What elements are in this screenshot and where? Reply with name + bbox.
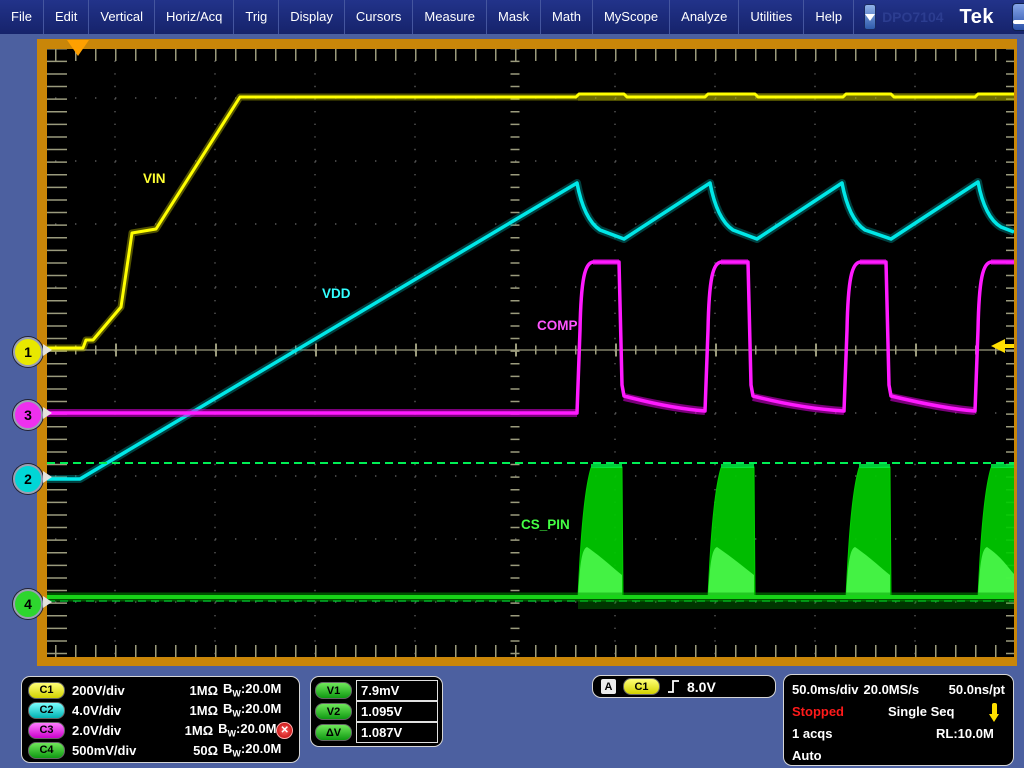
c2-channel-button[interactable]: C2 <box>28 702 65 719</box>
channel-3-arrow-icon <box>43 407 52 419</box>
minimize-button[interactable] <box>1012 3 1024 31</box>
v2-button[interactable]: V2 <box>315 703 352 720</box>
menu-utilities[interactable]: Utilities <box>739 0 804 34</box>
menu-math[interactable]: Math <box>541 0 593 34</box>
trigger-source-button[interactable]: C1 <box>623 678 660 695</box>
waveform-svg: VIN VDD COMP CS_PIN <box>47 49 1014 657</box>
cursor-dv-row: ΔV 1.087V <box>315 722 438 743</box>
channel-4-arrow-icon <box>43 596 52 608</box>
cursor-v1-row: V1 7.9mV <box>315 680 438 701</box>
v1-button[interactable]: V1 <box>315 682 352 699</box>
v2-value[interactable]: 1.095V <box>356 701 438 722</box>
horizontal-row-1: 50.0ms/div 20.0MS/s 50.0ns/pt <box>792 679 1005 701</box>
trace-c2-vdd <box>47 182 1014 479</box>
channel-1-marker[interactable]: 1 <box>13 337 43 367</box>
timebase[interactable]: 50.0ms/div <box>792 679 859 701</box>
label-vdd: VDD <box>322 286 351 301</box>
acq-count: 1 acqs <box>792 723 832 745</box>
menu-edit[interactable]: Edit <box>44 0 89 34</box>
c4-bandwidth: BW:20.0M <box>223 741 293 759</box>
c3-bandwidth: BW:20.0M <box>218 721 276 739</box>
menu-trig[interactable]: Trig <box>234 0 279 34</box>
menu-mask[interactable]: Mask <box>487 0 541 34</box>
horizontal-panel: 50.0ms/div 20.0MS/s 50.0ns/pt Stopped Si… <box>783 674 1014 766</box>
channel-row-c1: C1 200V/div 1MΩ BW:20.0M <box>28 680 293 700</box>
c1-scale: 200V/div <box>72 683 168 698</box>
channel-settings-panel: C1 200V/div 1MΩ BW:20.0M C2 4.0V/div 1MΩ… <box>21 676 300 763</box>
delta-v-button[interactable]: ΔV <box>315 724 352 741</box>
minimize-icon <box>1013 20 1024 24</box>
trace-c1-vin <box>47 94 1014 348</box>
sample-rate: 20.0MS/s <box>864 679 920 701</box>
trace-c3-comp <box>47 262 1014 413</box>
channel-2-arrow-icon <box>43 471 52 483</box>
trigger-panel: A C1 8.0V <box>592 675 776 698</box>
label-comp: COMP <box>537 318 578 333</box>
waveform-display[interactable]: VIN VDD COMP CS_PIN <box>47 49 1014 657</box>
c2-scale: 4.0V/div <box>72 703 168 718</box>
horizontal-row-4: Auto <box>792 745 1005 767</box>
c4-channel-button[interactable]: C4 <box>28 742 65 759</box>
menu-file[interactable]: File <box>0 0 44 34</box>
channel-2-marker[interactable]: 2 <box>13 464 43 494</box>
c1-channel-button[interactable]: C1 <box>28 682 65 699</box>
trace-c4-cspin <box>47 466 1014 609</box>
channel-1-arrow-icon <box>43 344 52 356</box>
menu-dropdown-button[interactable] <box>864 4 876 30</box>
v1-value[interactable]: 7.9mV <box>356 680 438 701</box>
rising-edge-icon <box>667 679 680 695</box>
resolution: 50.0ns/pt <box>949 679 1005 701</box>
menu-cursors[interactable]: Cursors <box>345 0 414 34</box>
c4-impedance: 50Ω <box>168 743 218 758</box>
cursor-v2-row: V2 1.095V <box>315 701 438 722</box>
c2-impedance: 1MΩ <box>168 703 218 718</box>
trigger-bus-badge[interactable]: A <box>601 679 616 694</box>
temperature-icon <box>989 703 999 723</box>
chevron-down-icon <box>865 14 875 21</box>
label-vin: VIN <box>143 171 166 186</box>
menu-help[interactable]: Help <box>804 0 854 34</box>
label-cs-pin: CS_PIN <box>521 517 570 532</box>
c4-scale: 500mV/div <box>72 743 168 758</box>
trigger-position-marker[interactable] <box>67 40 89 56</box>
channel-row-c2: C2 4.0V/div 1MΩ BW:20.0M <box>28 700 293 720</box>
menu-bar: File Edit Vertical Horiz/Acq Trig Displa… <box>0 0 1024 34</box>
c1-impedance: 1MΩ <box>168 683 218 698</box>
trigger-mode[interactable]: Auto <box>792 745 822 767</box>
cursor-readout-panel: V1 7.9mV V2 1.095V ΔV 1.087V <box>310 676 443 747</box>
menu-measure[interactable]: Measure <box>413 0 487 34</box>
oscilloscope-app: File Edit Vertical Horiz/Acq Trig Displa… <box>0 0 1024 768</box>
c3-channel-button[interactable]: C3 <box>28 722 65 739</box>
c1-bandwidth: BW:20.0M <box>223 681 293 699</box>
c2-bandwidth: BW:20.0M <box>223 701 293 719</box>
trigger-level[interactable]: 8.0V <box>687 679 716 695</box>
menu-analyze[interactable]: Analyze <box>670 0 739 34</box>
channel-row-c4: C4 500mV/div 50Ω BW:20.0M <box>28 740 293 760</box>
model-label: DPO7104 <box>882 0 943 34</box>
acq-mode: Single Seq <box>888 701 954 723</box>
menu-vertical[interactable]: Vertical <box>89 0 155 34</box>
tek-logo: Tek <box>960 0 994 34</box>
menu-myscope[interactable]: MyScope <box>593 0 670 34</box>
menu-horiz-acq[interactable]: Horiz/Acq <box>155 0 234 34</box>
horizontal-row-3: 1 acqs RL:10.0M <box>792 723 1005 745</box>
channel-row-c3: C3 2.0V/div 1MΩ BW:20.0M ✕ <box>28 720 293 740</box>
horizontal-row-2: Stopped Single Seq <box>792 701 1005 723</box>
c3-impedance: 1MΩ <box>165 723 213 738</box>
dismiss-icon[interactable]: ✕ <box>276 722 293 739</box>
record-length: RL:10.0M <box>936 723 994 745</box>
channel-3-marker[interactable]: 3 <box>13 400 43 430</box>
channel-4-marker[interactable]: 4 <box>13 589 43 619</box>
acq-status: Stopped <box>792 701 844 723</box>
delta-v-value[interactable]: 1.087V <box>356 722 438 743</box>
menu-display[interactable]: Display <box>279 0 345 34</box>
c3-scale: 2.0V/div <box>72 723 165 738</box>
